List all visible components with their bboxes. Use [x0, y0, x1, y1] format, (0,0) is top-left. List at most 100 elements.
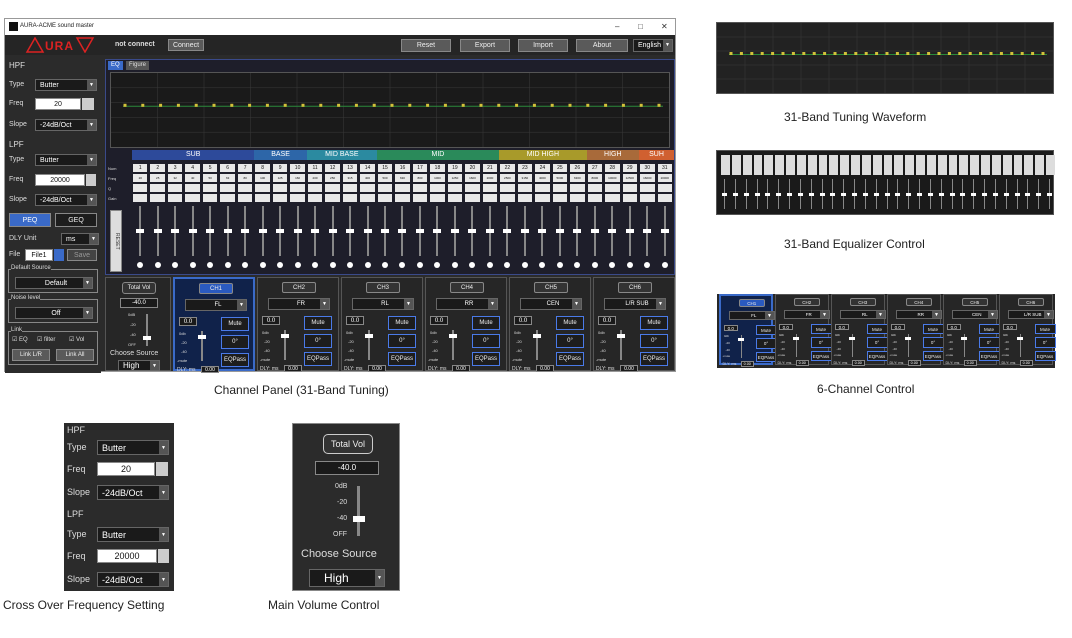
band-freq[interactable]: 32 — [167, 174, 183, 182]
band-num[interactable]: 7 — [237, 164, 253, 172]
band-gain[interactable] — [622, 194, 638, 202]
band-freq[interactable]: 4000 — [535, 174, 550, 182]
band-num[interactable]: 10 — [290, 164, 305, 172]
zoom-master-slider[interactable] — [357, 486, 360, 536]
thumb-channel-vol-knob[interactable] — [849, 337, 856, 340]
eq-band-point[interactable] — [604, 103, 608, 107]
hpf-slope-select[interactable]: -24dB/Oct ▼ — [35, 119, 97, 131]
thumb-channel-name-select[interactable]: RR ▼ — [895, 310, 942, 319]
band-gain-knob[interactable] — [293, 229, 302, 233]
lpf-type-select[interactable]: Butter ▼ — [35, 154, 97, 166]
band-enable-dot[interactable] — [207, 262, 214, 268]
band-enable-dot[interactable] — [277, 262, 284, 268]
band-gain-knob[interactable] — [328, 229, 337, 233]
thumb-channel-id-button[interactable]: CH4 — [906, 298, 932, 307]
band-gain-knob[interactable] — [485, 229, 494, 233]
thumb-mute-button[interactable]: Mute — [1034, 323, 1056, 334]
thumb-channel-id-button[interactable]: CH3 — [850, 298, 876, 307]
band-enable-dot[interactable] — [591, 262, 598, 268]
band-gain-knob[interactable] — [660, 229, 669, 233]
band-gain-knob[interactable] — [276, 229, 285, 233]
band-gain[interactable] — [272, 194, 288, 202]
thumb-channel-vol-knob[interactable] — [738, 338, 745, 341]
band-q[interactable] — [605, 184, 620, 192]
band-gain-knob[interactable] — [450, 229, 459, 233]
eq-band-point[interactable] — [771, 52, 775, 55]
eq-band-point[interactable] — [864, 52, 868, 55]
eq-band-point[interactable] — [265, 103, 269, 107]
thumb-phase-button[interactable]: 0° — [810, 337, 832, 348]
eq-band-point[interactable] — [1010, 52, 1014, 55]
band-gain-knob[interactable] — [625, 229, 634, 233]
thumb-mute-button[interactable]: Mute — [810, 323, 832, 334]
band-gain-knob[interactable] — [346, 229, 355, 233]
band-gain[interactable] — [133, 194, 148, 202]
zoom-source-select[interactable]: High ▼ — [309, 569, 385, 587]
thumb-eqpass-button[interactable]: EQPass — [978, 350, 1000, 361]
band-freq[interactable]: 25 — [150, 174, 165, 182]
tab-eq[interactable]: EQ — [108, 61, 123, 70]
band-enable-dot[interactable] — [451, 262, 458, 268]
band-q[interactable] — [272, 184, 288, 192]
file-dropdown[interactable] — [54, 249, 64, 261]
band-gain-knob[interactable] — [241, 229, 250, 233]
mute-button[interactable]: Mute — [556, 316, 584, 330]
band-num[interactable]: 12 — [325, 164, 340, 172]
eq-band-point[interactable] — [408, 103, 412, 107]
band-q[interactable] — [342, 184, 358, 192]
band-enable-dot[interactable] — [416, 262, 423, 268]
band-enable-dot[interactable] — [154, 262, 161, 268]
channel-id-button[interactable]: CH6 — [618, 282, 652, 293]
band-enable-dot[interactable] — [259, 262, 266, 268]
band-gain[interactable] — [587, 194, 603, 202]
band-num[interactable]: 1 — [133, 164, 148, 172]
thumb-phase-button[interactable]: 0° — [866, 337, 888, 348]
eq-band-point[interactable] — [586, 103, 590, 107]
thumb-channel-name-select[interactable]: L/R SUB ▼ — [1007, 310, 1054, 319]
band-enable-dot[interactable] — [329, 262, 336, 268]
thumb-mute-button[interactable]: Mute — [755, 324, 777, 335]
band-freq[interactable]: 315 — [342, 174, 358, 182]
eq-band-point[interactable] — [194, 103, 198, 107]
lpf-freq-input[interactable]: 20000 — [35, 174, 85, 186]
band-enable-dot[interactable] — [661, 262, 668, 268]
band-gain-knob[interactable] — [590, 229, 599, 233]
band-gain-knob[interactable] — [188, 229, 197, 233]
band-freq[interactable]: 3150 — [517, 174, 533, 182]
band-num[interactable]: 29 — [622, 164, 638, 172]
band-num[interactable]: 21 — [482, 164, 498, 172]
eqpass-button[interactable]: EQPass — [640, 352, 668, 366]
band-freq[interactable]: 400 — [360, 174, 375, 182]
filter-checkbox[interactable]: ☑ filter — [37, 336, 55, 343]
band-q[interactable] — [640, 184, 655, 192]
band-gain[interactable] — [430, 194, 445, 202]
lpf-slope-select[interactable]: -24dB/Oct ▼ — [35, 194, 97, 206]
band-gain[interactable] — [377, 194, 393, 202]
band-gain[interactable] — [517, 194, 533, 202]
reset-eq-button[interactable]: RESET — [110, 210, 122, 272]
band-num[interactable]: 13 — [342, 164, 358, 172]
eq-band-point[interactable] — [1031, 52, 1035, 55]
band-num[interactable]: 8 — [255, 164, 270, 172]
eq-band-point[interactable] — [354, 103, 358, 107]
eq-band-point[interactable] — [781, 52, 785, 55]
zoom-hpf-slope-select[interactable]: -24dB/Oct ▼ — [97, 485, 169, 500]
thumb-eqpass-button[interactable]: EQPass — [922, 350, 944, 361]
band-gain[interactable] — [570, 194, 585, 202]
band-freq[interactable]: 8000 — [587, 174, 603, 182]
band-num[interactable]: 6 — [220, 164, 235, 172]
band-q[interactable] — [237, 184, 253, 192]
band-q[interactable] — [482, 184, 498, 192]
band-enable-dot[interactable] — [504, 262, 511, 268]
phase-button[interactable]: 0° — [304, 334, 332, 348]
eq-band-point[interactable] — [319, 103, 323, 107]
band-enable-dot[interactable] — [644, 262, 651, 268]
eq-band-point[interactable] — [461, 103, 465, 107]
band-gain[interactable] — [395, 194, 410, 202]
eq-band-point[interactable] — [230, 103, 234, 107]
band-q[interactable] — [255, 184, 270, 192]
band-enable-dot[interactable] — [434, 262, 441, 268]
channel-id-button[interactable]: CH4 — [450, 282, 484, 293]
eq-band-point[interactable] — [916, 52, 920, 55]
band-num[interactable]: 5 — [202, 164, 218, 172]
